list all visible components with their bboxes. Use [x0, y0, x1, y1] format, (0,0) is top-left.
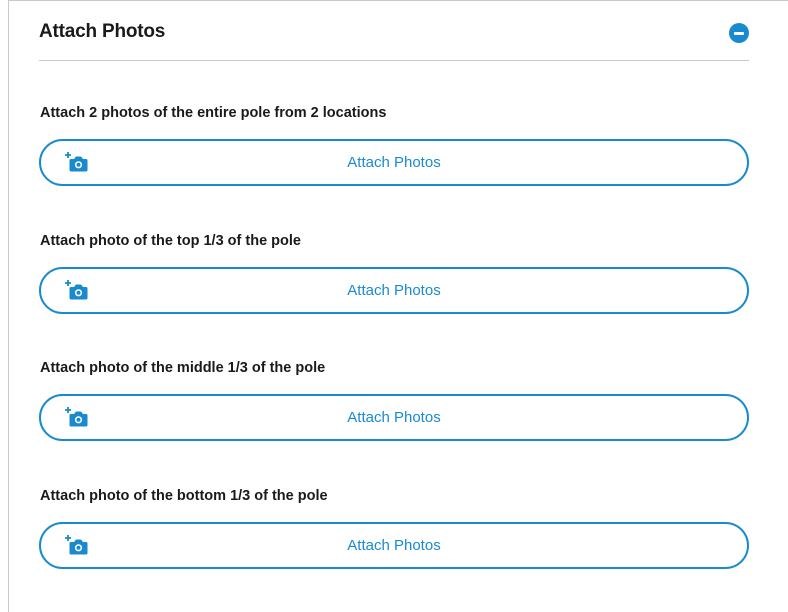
attach-photos-panel: Attach Photos Attach 2 photos of the ent… [8, 0, 788, 612]
attach-photos-button[interactable]: Attach Photos [39, 139, 749, 186]
header-divider [39, 60, 749, 61]
attach-photos-button-label: Attach Photos [347, 537, 441, 554]
attach-photos-button[interactable]: Attach Photos [39, 394, 749, 441]
attach-photos-button-label: Attach Photos [347, 154, 441, 171]
section-label: Attach photo of the middle 1/3 of the po… [40, 360, 326, 376]
attach-photos-button-label: Attach Photos [347, 409, 441, 426]
panel-title: Attach Photos [39, 21, 166, 42]
attach-photos-button-label: Attach Photos [347, 282, 441, 299]
collapse-button[interactable] [729, 23, 749, 43]
attach-photos-button[interactable]: Attach Photos [39, 522, 749, 569]
attach-photos-button[interactable]: Attach Photos [39, 267, 749, 314]
minus-circle-icon [734, 32, 744, 35]
section-label: Attach 2 photos of the entire pole from … [40, 105, 387, 121]
section-label: Attach photo of the bottom 1/3 of the po… [40, 488, 328, 504]
section-label: Attach photo of the top 1/3 of the pole [40, 233, 301, 249]
panel-header: Attach Photos [39, 19, 749, 59]
